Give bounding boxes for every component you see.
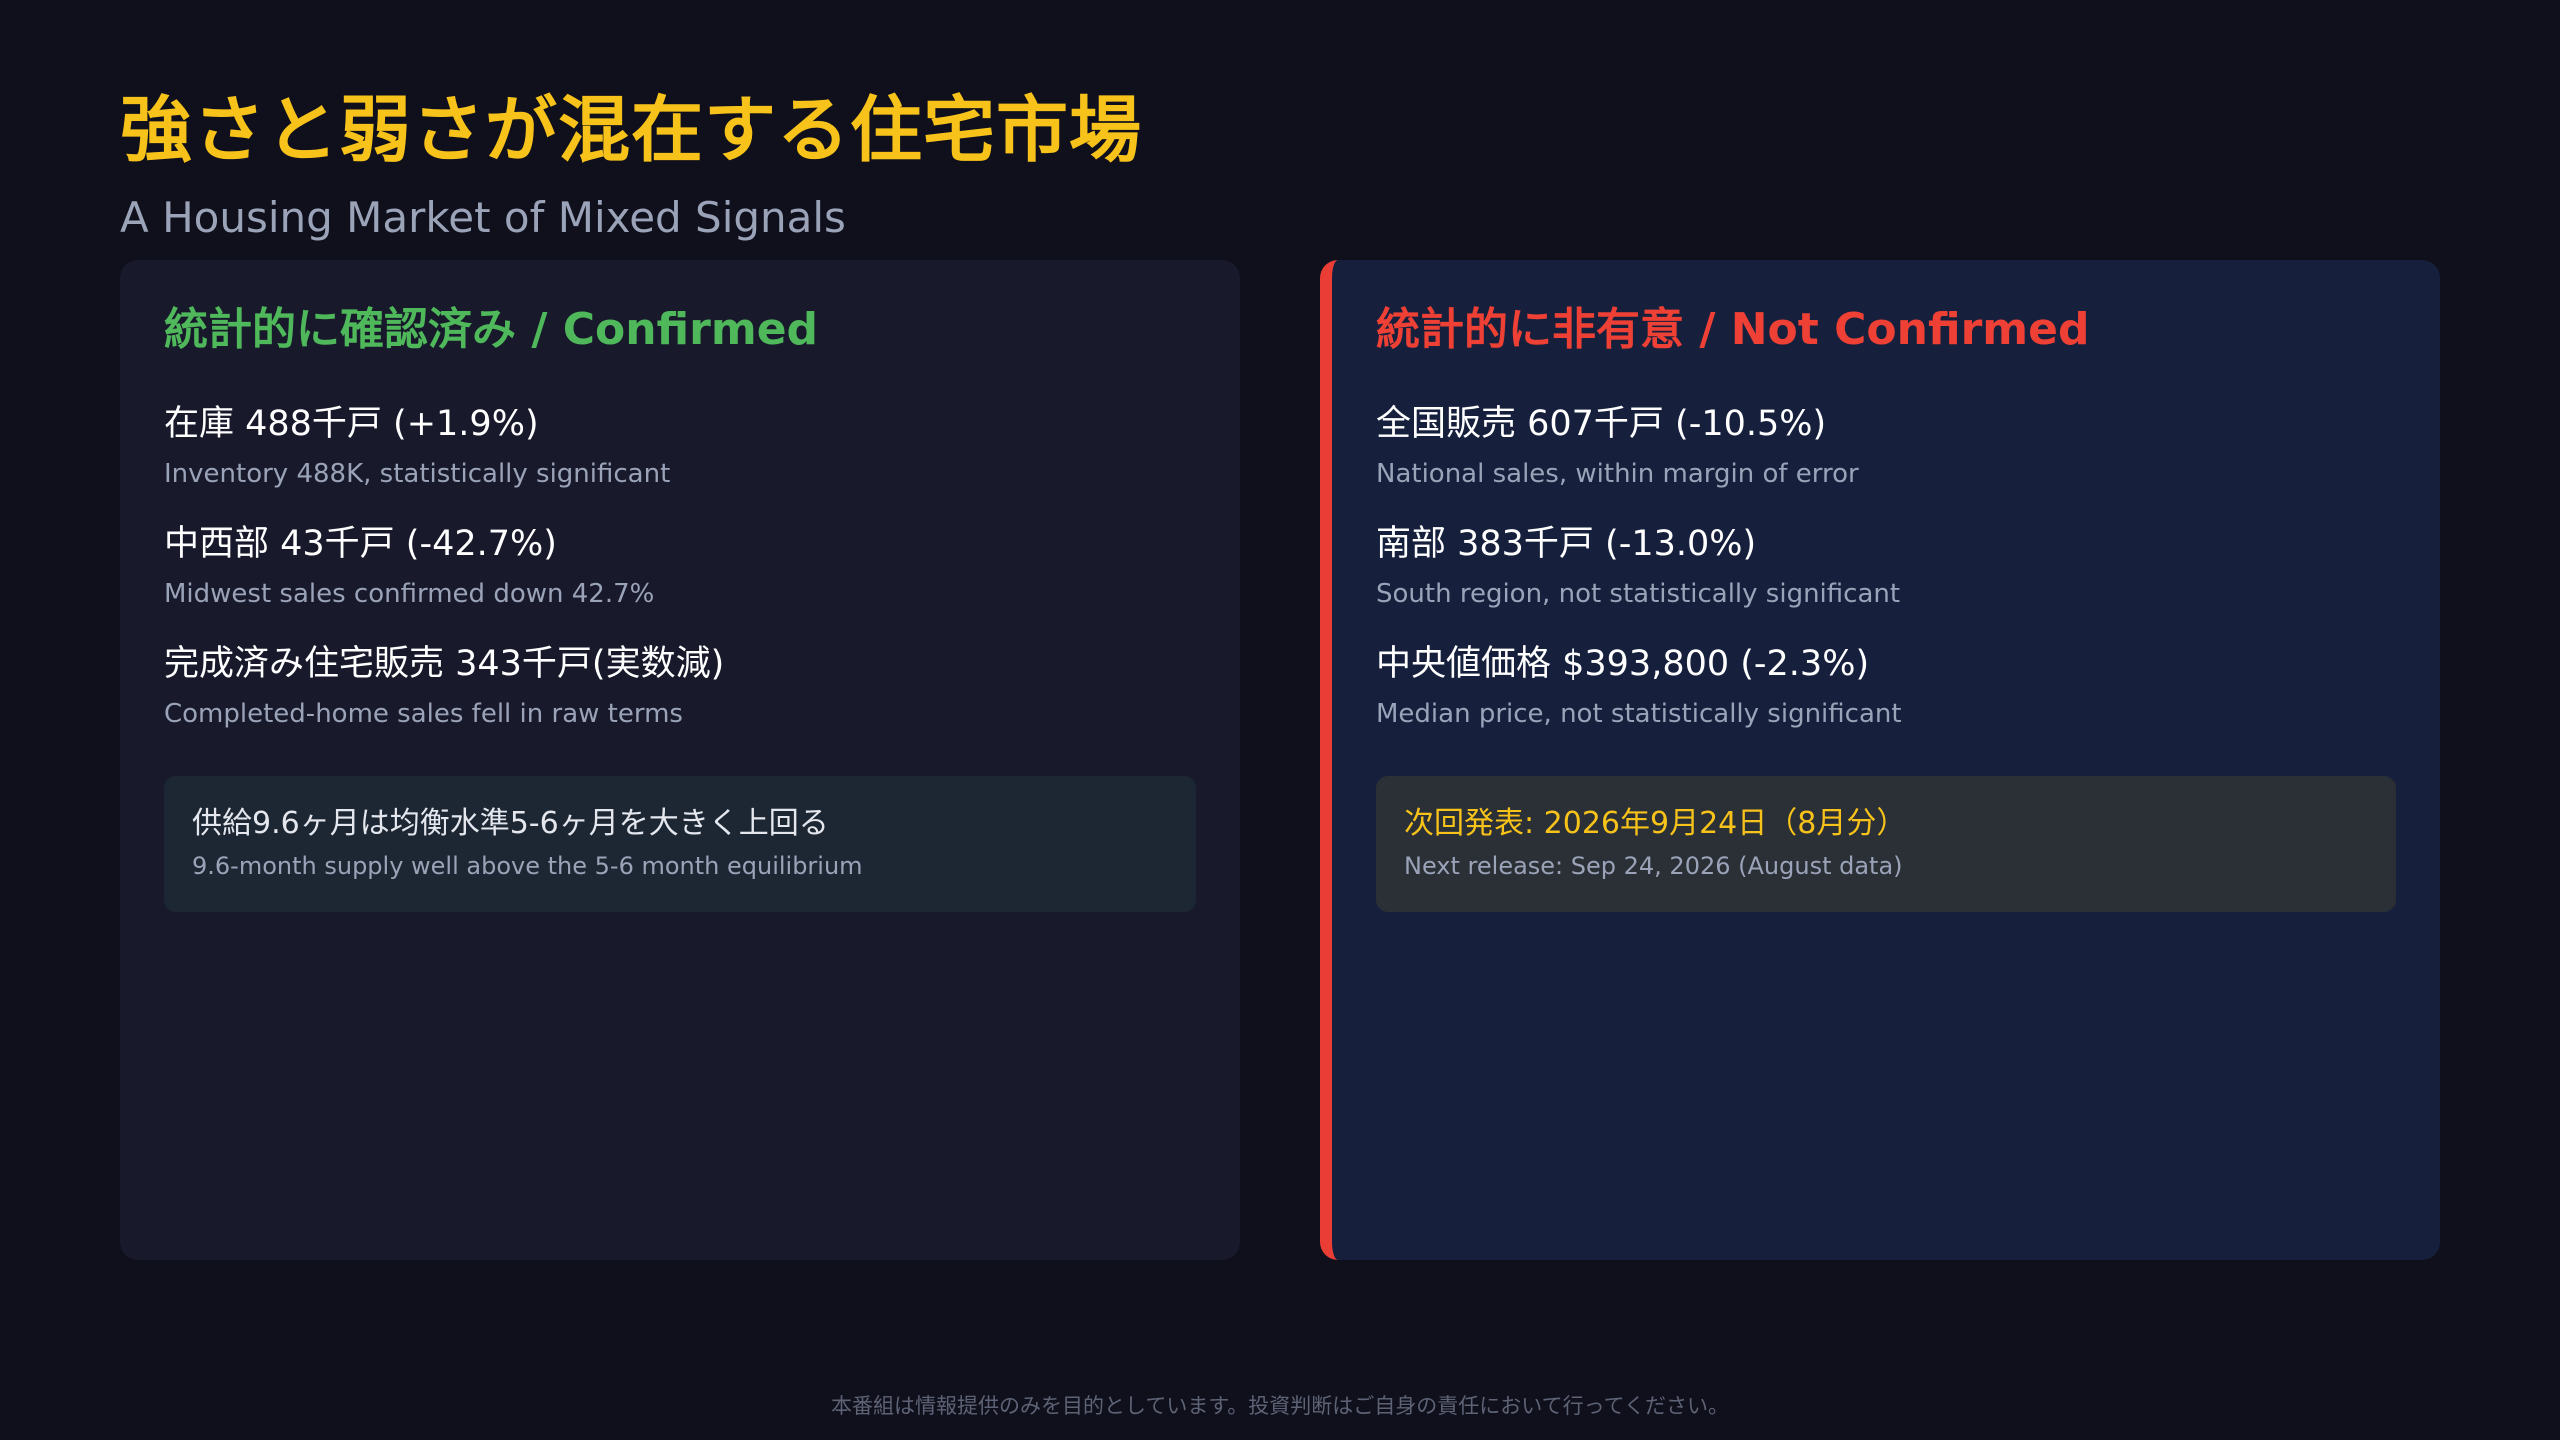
item-description: Median price, not statistically signific… [1376,699,1902,729]
supply-note: 供給9.6ヶ月は均衡水準5-6ヶ月を大きく上回る 9.6-month suppl… [164,776,1196,912]
item-value: 中西部 43千戸 (-42.7%) [164,524,557,564]
note-text: 次回発表: 2026年9月24日（8月分） [1404,806,1907,841]
note-subtext: 9.6-month supply well above the 5-6 mont… [192,852,863,880]
not-confirmed-item-south: 南部 383千戸 (-13.0%) South region, not stat… [1376,520,2396,612]
item-description: Completed-home sales fell in raw terms [164,699,683,729]
disclaimer-footer: 本番組は情報提供のみを目的としています。投資判断はご自身の責任において行ってくだ… [831,1394,1729,1418]
page-title: 強さと弱さが混在する住宅市場 [120,88,1143,172]
item-value: 完成済み住宅販売 343千戸(実数減) [164,644,725,684]
not-confirmed-heading: 統計的に非有意 / Not Confirmed [1376,304,2090,355]
confirmed-item-completed-sales: 完成済み住宅販売 343千戸(実数減) Completed-home sales… [164,640,1184,732]
not-confirmed-item-median-price: 中央値価格 $393,800 (-2.3%) Median price, not… [1376,640,2396,732]
item-value: 在庫 488千戸 (+1.9%) [164,404,539,444]
item-description: South region, not statistically signific… [1376,579,1901,609]
not-confirmed-item-national: 全国販売 607千戸 (-10.5%) National sales, with… [1376,400,2396,492]
next-release-note: 次回発表: 2026年9月24日（8月分） Next release: Sep … [1376,776,2396,912]
page-subtitle: A Housing Market of Mixed Signals [120,193,846,242]
item-description: National sales, within margin of error [1376,459,1859,489]
item-description: Midwest sales confirmed down 42.7% [164,579,655,609]
confirmed-panel: 統計的に確認済み / Confirmed 在庫 488千戸 (+1.9%) In… [120,260,1240,1260]
confirmed-item-inventory: 在庫 488千戸 (+1.9%) Inventory 488K, statist… [164,400,1184,492]
confirmed-item-midwest: 中西部 43千戸 (-42.7%) Midwest sales confirme… [164,520,1184,612]
item-value: 南部 383千戸 (-13.0%) [1376,524,1757,564]
item-value: 全国販売 607千戸 (-10.5%) [1376,404,1827,444]
item-value: 中央値価格 $393,800 (-2.3%) [1376,644,1870,684]
confirmed-heading: 統計的に確認済み / Confirmed [164,304,819,355]
item-description: Inventory 488K, statistically significan… [164,459,671,489]
note-subtext: Next release: Sep 24, 2026 (August data) [1404,852,1903,880]
not-confirmed-panel: 統計的に非有意 / Not Confirmed 全国販売 607千戸 (-10.… [1320,260,2440,1260]
note-text: 供給9.6ヶ月は均衡水準5-6ヶ月を大きく上回る [192,806,829,841]
